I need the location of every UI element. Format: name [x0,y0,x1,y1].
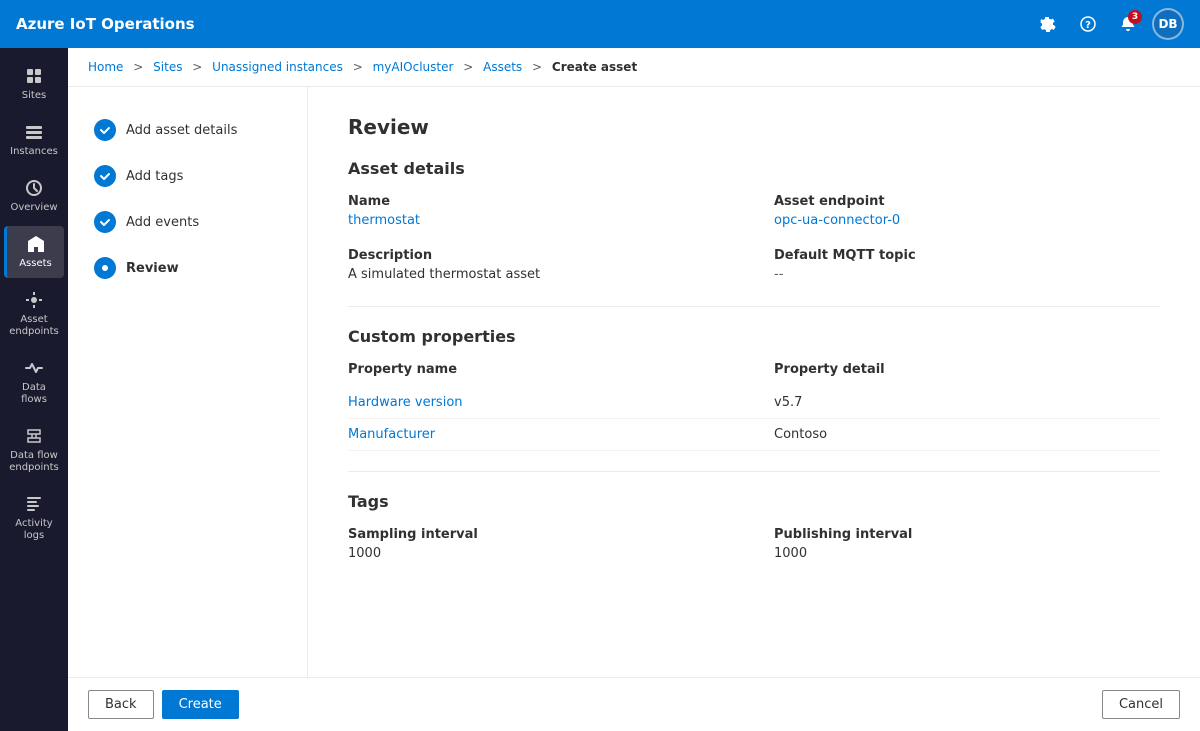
sidebar-item-data-flow-endpoints-label: Data flow endpoints [8,450,60,474]
content-area: Home > Sites > Unassigned instances > my… [68,48,1200,731]
description-value: A simulated thermostat asset [348,267,734,282]
step-label-add-tags: Add tags [126,169,183,184]
sidebar-item-assets[interactable]: Assets [4,226,64,278]
asset-details-grid: Name thermostat Asset endpoint opc-ua-co… [348,194,1160,282]
name-label: Name [348,194,734,209]
cancel-button[interactable]: Cancel [1102,690,1180,719]
app-title: Azure IoT Operations [16,15,1020,33]
footer: Back Create Cancel [68,677,1200,731]
prop-value-1: Contoso [774,427,1160,442]
sidebar-item-data-flows[interactable]: Data flows [4,350,64,414]
prop-row-1: Manufacturer Contoso [348,419,1160,451]
topbar: Azure IoT Operations ? 3 DB [0,0,1200,48]
topbar-actions: ? 3 DB [1032,8,1184,40]
notification-badge: 3 [1128,10,1142,24]
page-title: Review [348,115,1160,139]
step-label-review: Review [126,261,179,276]
sampling-interval-value: 1000 [348,546,734,561]
breadcrumb-cluster[interactable]: myAIOcluster [373,60,454,74]
default-mqtt-label: Default MQTT topic [774,248,1160,263]
publishing-interval-label: Publishing interval [774,527,1160,542]
sidebar-item-activity-logs-label: Activity logs [8,518,60,542]
review-panel: Review Asset details Name thermostat Ass… [308,87,1200,677]
sidebar-item-activity-logs[interactable]: Activity logs [4,486,64,550]
step-label-add-events: Add events [126,215,199,230]
back-button[interactable]: Back [88,690,154,719]
field-sampling-interval: Sampling interval 1000 [348,527,734,561]
step-circle-review [94,257,116,279]
description-label: Description [348,248,734,263]
step-circle-add-tags [94,165,116,187]
bell-icon[interactable]: 3 [1112,8,1144,40]
tags-title: Tags [348,492,1160,511]
sidebar-item-instances[interactable]: Instances [4,114,64,166]
sidebar-item-asset-endpoints-label: Asset endpoints [8,314,60,338]
main-layout: Sites Instances Overview Assets Asset en… [0,48,1200,731]
field-name: Name thermostat [348,194,734,228]
custom-properties-title: Custom properties [348,327,1160,346]
asset-endpoint-value: opc-ua-connector-0 [774,213,1160,228]
prop-name-header: Property name [348,362,734,377]
asset-details-title: Asset details [348,159,1160,178]
publishing-interval-value: 1000 [774,546,1160,561]
props-header: Property name Property detail [348,362,1160,377]
breadcrumb-current: Create asset [552,60,637,74]
divider-2 [348,471,1160,472]
sidebar-item-assets-label: Assets [19,258,52,270]
tags-grid: Sampling interval 1000 Publishing interv… [348,527,1160,561]
sidebar-item-data-flows-label: Data flows [8,382,60,406]
asset-endpoint-label: Asset endpoint [774,194,1160,209]
step-add-tags[interactable]: Add tags [84,157,291,195]
step-review[interactable]: Review [84,249,291,287]
prop-row-0: Hardware version v5.7 [348,387,1160,419]
breadcrumb: Home > Sites > Unassigned instances > my… [68,48,1200,87]
step-add-asset-details[interactable]: Add asset details [84,111,291,149]
step-circle-add-asset-details [94,119,116,141]
prop-value-0: v5.7 [774,395,1160,410]
sidebar-item-overview-label: Overview [10,202,57,214]
breadcrumb-home[interactable]: Home [88,60,123,74]
create-button[interactable]: Create [162,690,239,719]
step-add-events[interactable]: Add events [84,203,291,241]
sidebar-item-instances-label: Instances [10,146,58,158]
sidebar-item-data-flow-endpoints[interactable]: Data flow endpoints [4,418,64,482]
field-description: Description A simulated thermostat asset [348,248,734,282]
field-asset-endpoint: Asset endpoint opc-ua-connector-0 [774,194,1160,228]
step-circle-add-events [94,211,116,233]
steps-panel: Add asset details Add tags Add events [68,87,308,677]
sidebar-item-sites[interactable]: Sites [4,58,64,110]
name-value: thermostat [348,213,734,228]
default-mqtt-value: -- [774,267,1160,282]
prop-name-0: Hardware version [348,395,734,410]
breadcrumb-assets[interactable]: Assets [483,60,522,74]
sidebar-item-asset-endpoints[interactable]: Asset endpoints [4,282,64,346]
breadcrumb-sites[interactable]: Sites [153,60,182,74]
field-default-mqtt: Default MQTT topic -- [774,248,1160,282]
prop-detail-header: Property detail [774,362,1160,377]
breadcrumb-unassigned-instances[interactable]: Unassigned instances [212,60,343,74]
wizard-layout: Add asset details Add tags Add events [68,87,1200,677]
svg-text:?: ? [1085,20,1091,31]
prop-name-1: Manufacturer [348,427,734,442]
sampling-interval-label: Sampling interval [348,527,734,542]
sidebar-item-overview[interactable]: Overview [4,170,64,222]
sidebar-item-sites-label: Sites [22,90,46,102]
field-publishing-interval: Publishing interval 1000 [774,527,1160,561]
settings-icon[interactable] [1032,8,1064,40]
step-label-add-asset-details: Add asset details [126,123,237,138]
help-icon[interactable]: ? [1072,8,1104,40]
divider-1 [348,306,1160,307]
avatar[interactable]: DB [1152,8,1184,40]
sidebar: Sites Instances Overview Assets Asset en… [0,48,68,731]
